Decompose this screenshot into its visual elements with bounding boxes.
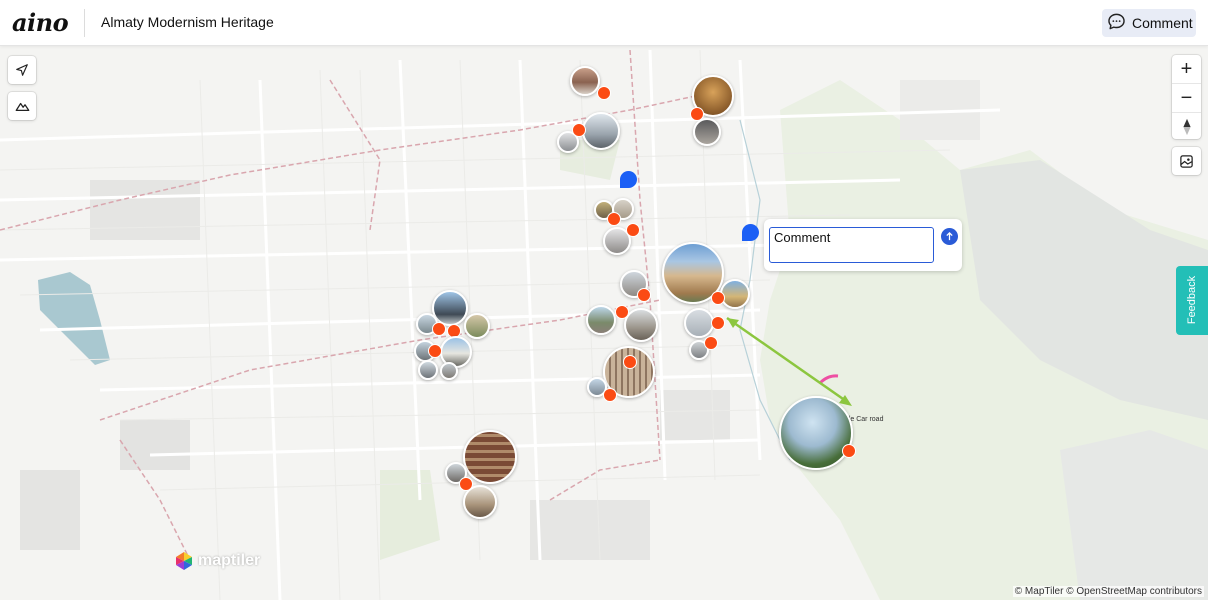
- location-dot[interactable]: [637, 288, 651, 302]
- feedback-label: Feedback: [1186, 275, 1198, 325]
- photo-marker[interactable]: [624, 308, 658, 342]
- photo-marker[interactable]: [582, 112, 620, 150]
- header-divider: [84, 9, 85, 37]
- feedback-tab[interactable]: Feedback: [1176, 266, 1208, 335]
- location-dot[interactable]: [615, 305, 629, 319]
- chat-bubble-icon: [1107, 12, 1126, 34]
- location-dot[interactable]: [711, 291, 725, 305]
- photo-marker[interactable]: [440, 362, 458, 380]
- location-dot[interactable]: [603, 388, 617, 402]
- location-dot[interactable]: [607, 212, 621, 226]
- location-dot[interactable]: [459, 477, 473, 491]
- terrain-button[interactable]: [8, 92, 36, 120]
- photo-marker[interactable]: [586, 305, 616, 335]
- arrow-up-icon: [946, 232, 953, 241]
- photo-marker[interactable]: [570, 66, 600, 96]
- map-style-button[interactable]: [1172, 147, 1201, 175]
- comment-button-label: Comment: [1132, 15, 1193, 31]
- zoom-controls: + −: [1172, 55, 1201, 139]
- comment-button[interactable]: Comment: [1102, 9, 1196, 37]
- terrain-icon: [15, 102, 29, 111]
- location-dot[interactable]: [597, 86, 611, 100]
- zoom-out-button[interactable]: −: [1172, 84, 1201, 113]
- maptiler-logo[interactable]: maptiler: [174, 551, 260, 571]
- page-title: Almaty Modernism Heritage: [101, 14, 274, 30]
- photo-marker[interactable]: [684, 308, 714, 338]
- map-attribution[interactable]: © MapTiler © OpenStreetMap contributors: [1012, 586, 1204, 597]
- location-dot[interactable]: [711, 316, 725, 330]
- map-style-icon: [1180, 154, 1193, 168]
- comment-input[interactable]: [769, 227, 934, 263]
- photo-marker[interactable]: [720, 279, 750, 309]
- comment-pin[interactable]: [742, 224, 759, 241]
- photo-marker[interactable]: [463, 430, 517, 484]
- comment-pin[interactable]: [620, 171, 637, 188]
- compass-icon: [1182, 118, 1191, 136]
- photo-marker[interactable]: [464, 313, 490, 339]
- location-dot[interactable]: [690, 107, 704, 121]
- send-comment-button[interactable]: [941, 228, 958, 245]
- comment-popup: [764, 219, 962, 271]
- location-dot[interactable]: [842, 444, 856, 458]
- maptiler-wordmark: maptiler: [198, 552, 261, 569]
- photo-marker[interactable]: [418, 360, 438, 380]
- compass-button[interactable]: [1172, 113, 1201, 141]
- zoom-in-button[interactable]: +: [1172, 55, 1201, 84]
- location-dot[interactable]: [626, 223, 640, 237]
- location-dot[interactable]: [432, 322, 446, 336]
- location-dot[interactable]: [623, 355, 637, 369]
- maptiler-icon: [176, 552, 192, 570]
- photo-marker[interactable]: [693, 118, 721, 146]
- photo-marker[interactable]: [779, 396, 853, 470]
- aino-logo[interactable]: aino: [12, 8, 69, 37]
- locate-button[interactable]: [8, 56, 36, 84]
- location-dot[interactable]: [704, 336, 718, 350]
- location-dot[interactable]: [572, 123, 586, 137]
- location-dot[interactable]: [428, 344, 442, 358]
- locate-icon: [16, 64, 28, 76]
- app-header: aino Almaty Modernism Heritage Comment: [0, 0, 1208, 46]
